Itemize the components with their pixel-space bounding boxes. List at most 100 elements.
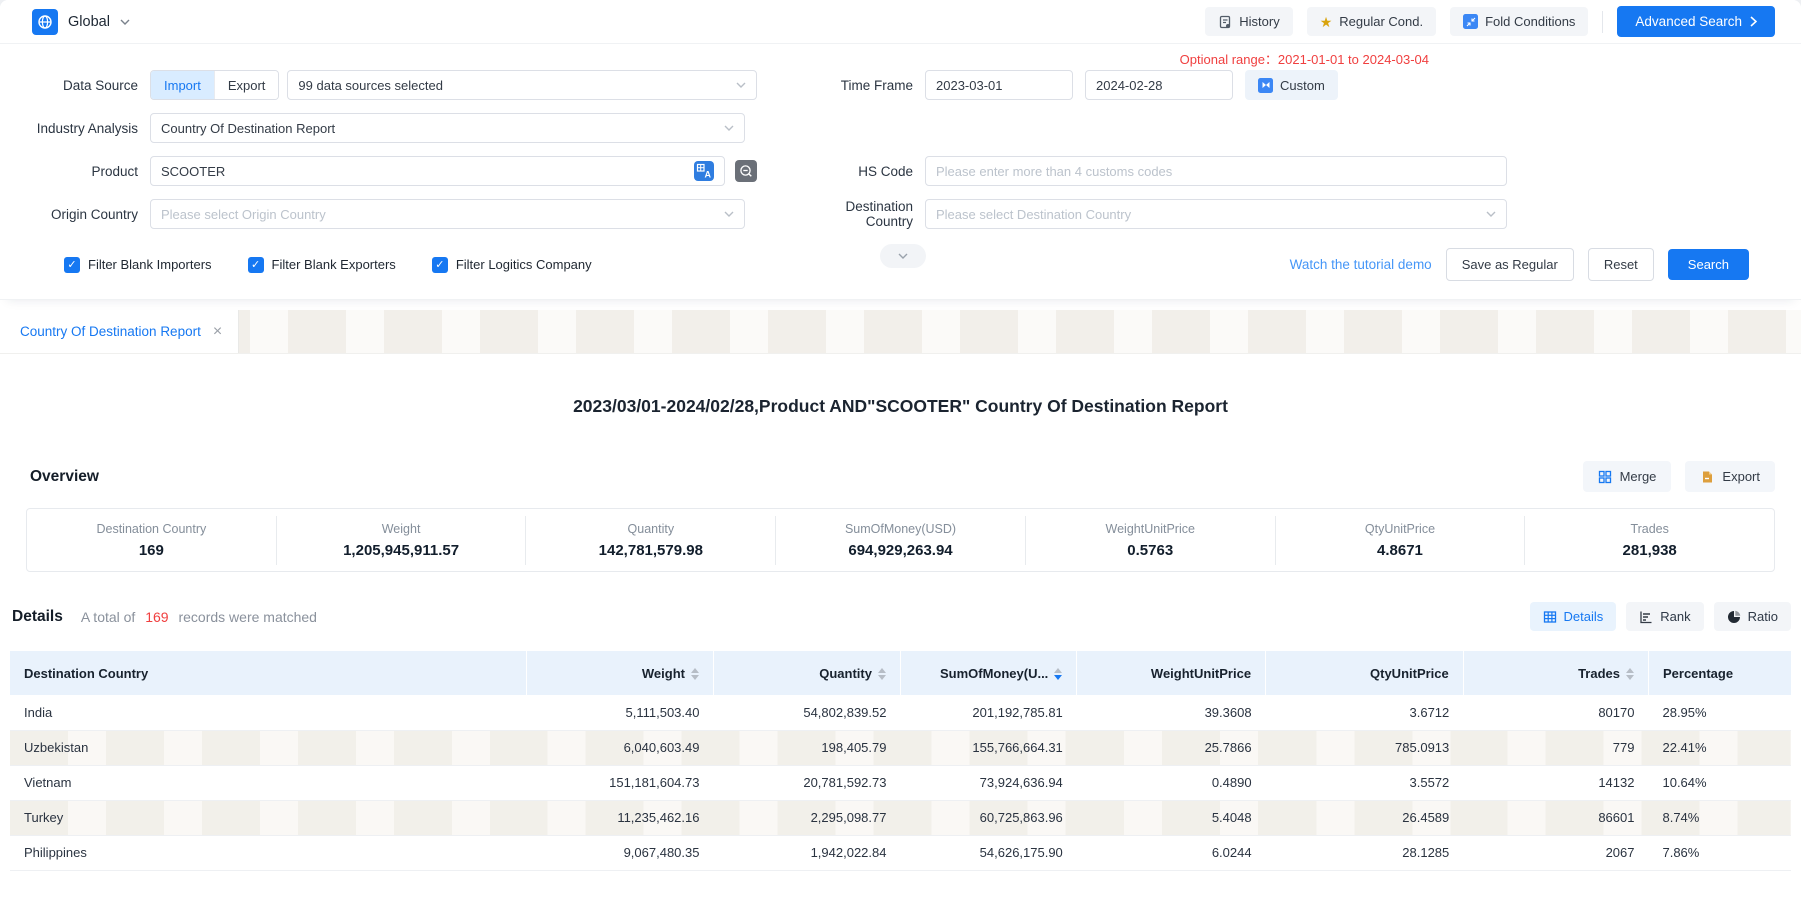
- col-weight[interactable]: Weight: [526, 651, 713, 695]
- table-cell: 155,766,664.31: [900, 730, 1076, 765]
- total-prefix: A total of: [81, 609, 135, 625]
- table-row[interactable]: Turkey11,235,462.162,295,098.7760,725,86…: [10, 800, 1791, 835]
- table-cell: 7.86%: [1648, 835, 1791, 870]
- table-cell: 3.6712: [1266, 695, 1464, 730]
- tutorial-link[interactable]: Watch the tutorial demo: [1290, 257, 1432, 272]
- overview-stats: Destination Country 169 Weight 1,205,945…: [26, 508, 1775, 572]
- hs-code-label: HS Code: [795, 164, 925, 179]
- filter-logistics-company-checkbox[interactable]: Filter Logitics Company: [432, 257, 592, 273]
- cell-destination-country: Uzbekistan: [10, 730, 526, 765]
- fold-conditions-button[interactable]: Fold Conditions: [1450, 7, 1588, 36]
- form-right-column: Time Frame Custom: [795, 70, 1507, 242]
- svg-text:A: A: [705, 170, 712, 180]
- filter-blank-importers-checkbox[interactable]: Filter Blank Importers: [64, 257, 212, 273]
- date-end-field[interactable]: [1085, 70, 1233, 100]
- col-weight-unit-price: WeightUnitPrice: [1077, 651, 1266, 695]
- product-input-wrap: A: [150, 156, 725, 186]
- date-start-field[interactable]: [925, 70, 1073, 100]
- sort-icon[interactable]: [878, 668, 886, 680]
- chevron-down-icon: [724, 209, 734, 219]
- table-cell: 201,192,785.81: [900, 695, 1076, 730]
- table-cell: 785.0913: [1266, 730, 1464, 765]
- sort-icon-active-desc[interactable]: [1054, 668, 1062, 680]
- import-tab[interactable]: Import: [151, 71, 214, 99]
- regular-cond-button[interactable]: ★ Regular Cond.: [1307, 7, 1436, 36]
- divider: [1602, 11, 1603, 33]
- sort-icon[interactable]: [691, 668, 699, 680]
- table-cell: 22.41%: [1648, 730, 1791, 765]
- product-input[interactable]: [161, 164, 694, 179]
- view-ratio-button[interactable]: Ratio: [1714, 602, 1791, 631]
- table-cell: 28.1285: [1266, 835, 1464, 870]
- topbar: Global History ★ Regular Cond. Fold Cond…: [0, 0, 1801, 44]
- advanced-search-button[interactable]: Advanced Search: [1617, 6, 1775, 37]
- report-content: 2023/03/01-2024/02/28,Product AND"SCOOTE…: [0, 354, 1801, 871]
- table-cell: 8.74%: [1648, 800, 1791, 835]
- industry-analysis-select[interactable]: Country Of Destination Report: [150, 113, 745, 143]
- data-sources-value: 99 data sources selected: [298, 78, 443, 93]
- date-end-input[interactable]: [1096, 78, 1272, 93]
- origin-country-label: Origin Country: [0, 207, 150, 222]
- destination-country-select[interactable]: Please select Destination Country: [925, 199, 1507, 229]
- advanced-search-label: Advanced Search: [1635, 14, 1742, 29]
- stat-value: 1,205,945,911.57: [277, 542, 526, 559]
- stat-label: QtyUnitPrice: [1276, 522, 1525, 536]
- table-cell: 0.4890: [1077, 765, 1266, 800]
- close-icon[interactable]: ×: [213, 324, 222, 340]
- import-export-toggle: Import Export: [150, 70, 279, 100]
- view-rank-button[interactable]: Rank: [1626, 602, 1703, 631]
- data-source-label: Data Source: [0, 78, 150, 93]
- industry-analysis-value: Country Of Destination Report: [161, 121, 335, 136]
- hs-code-input[interactable]: [936, 164, 1496, 179]
- origin-country-placeholder: Please select Origin Country: [161, 207, 326, 222]
- stat-value: 694,929,263.94: [776, 542, 1025, 559]
- col-quantity[interactable]: Quantity: [713, 651, 900, 695]
- collapse-form-button[interactable]: [880, 244, 926, 268]
- table-cell: 2067: [1463, 835, 1648, 870]
- details-table: Destination Country Weight Quantity SumO…: [10, 651, 1791, 871]
- col-sum-of-money[interactable]: SumOfMoney(U...: [900, 651, 1076, 695]
- export-button[interactable]: Export: [1685, 461, 1775, 492]
- merge-button[interactable]: Merge: [1583, 461, 1672, 492]
- table-cell: 3.5572: [1266, 765, 1464, 800]
- view-label: Ratio: [1748, 609, 1778, 624]
- hs-code-field: [925, 156, 1507, 186]
- origin-country-select[interactable]: Please select Origin Country: [150, 199, 745, 229]
- view-details-button[interactable]: Details: [1530, 602, 1617, 631]
- bar-chart-icon: [1639, 610, 1653, 624]
- custom-label: Custom: [1280, 78, 1325, 93]
- exact-match-icon[interactable]: [735, 160, 757, 182]
- translate-icon[interactable]: A: [694, 161, 714, 181]
- chevron-right-icon: [1750, 16, 1757, 27]
- stat-value: 142,781,579.98: [526, 542, 775, 559]
- sort-icon[interactable]: [1626, 668, 1634, 680]
- col-destination-country: Destination Country: [10, 651, 526, 695]
- table-header-row: Destination Country Weight Quantity SumO…: [10, 651, 1791, 695]
- export-tab[interactable]: Export: [214, 71, 279, 99]
- report-title: 2023/03/01-2024/02/28,Product AND"SCOOTE…: [0, 354, 1801, 417]
- filter-blank-exporters-checkbox[interactable]: Filter Blank Exporters: [248, 257, 396, 273]
- stat-label: SumOfMoney(USD): [776, 522, 1025, 536]
- save-as-regular-button[interactable]: Save as Regular: [1446, 248, 1574, 281]
- col-qty-unit-price: QtyUnitPrice: [1266, 651, 1464, 695]
- table-row[interactable]: Vietnam151,181,604.7320,781,592.7373,924…: [10, 765, 1791, 800]
- merge-label: Merge: [1620, 469, 1657, 484]
- table-cell: 20,781,592.73: [713, 765, 900, 800]
- table-cell: 39.3608: [1077, 695, 1266, 730]
- tab-country-of-destination-report[interactable]: Country Of Destination Report ×: [0, 310, 239, 353]
- search-button[interactable]: Search: [1668, 249, 1749, 280]
- reset-button[interactable]: Reset: [1588, 248, 1654, 281]
- fold-icon: [1463, 14, 1478, 29]
- table-row[interactable]: Philippines9,067,480.351,942,022.8454,62…: [10, 835, 1791, 870]
- col-percentage: Percentage: [1648, 651, 1791, 695]
- stat-qty-unit-price: QtyUnitPrice 4.8671: [1275, 516, 1525, 565]
- table-row[interactable]: India5,111,503.4054,802,839.52201,192,78…: [10, 695, 1791, 730]
- stat-quantity: Quantity 142,781,579.98: [525, 516, 775, 565]
- chevron-down-icon: [898, 251, 908, 261]
- brand-selector[interactable]: Global: [32, 9, 130, 35]
- history-button[interactable]: History: [1205, 7, 1292, 36]
- col-trades[interactable]: Trades: [1463, 651, 1648, 695]
- table-row[interactable]: Uzbekistan6,040,603.49198,405.79155,766,…: [10, 730, 1791, 765]
- table-cell: 6,040,603.49: [526, 730, 713, 765]
- data-sources-select[interactable]: 99 data sources selected: [287, 70, 757, 100]
